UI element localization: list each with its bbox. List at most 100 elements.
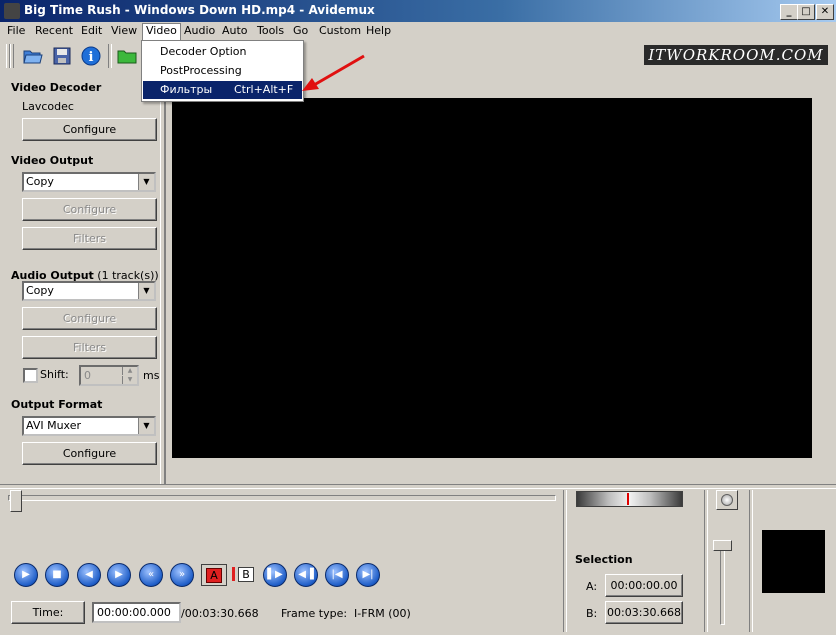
volume-track[interactable] [720, 545, 725, 625]
menu-edit[interactable]: Edit [81, 24, 102, 37]
previous-frame-button[interactable]: ◀ [77, 563, 101, 587]
close-button[interactable]: ✕ [816, 4, 834, 20]
bottom-divider [563, 490, 567, 632]
maximize-button[interactable]: □ [797, 4, 815, 20]
set-marker-b-button[interactable]: B [231, 564, 255, 584]
window-title: Big Time Rush - Windows Down HD.mp4 - Av… [24, 3, 375, 17]
chevron-down-icon[interactable]: ▼ [138, 283, 154, 299]
shift-label: Shift: [40, 368, 69, 381]
frame-type: Frame type: I-FRM (00) [281, 607, 411, 620]
shift-value: 0 [84, 369, 91, 382]
open-folder-icon[interactable] [22, 45, 44, 67]
double-left-icon: « [147, 569, 155, 580]
video-menu-dropdown: Decoder Option PostProcessing Фильтры Ct… [141, 40, 304, 102]
menu-video[interactable]: Video [142, 23, 181, 41]
video-output-value: Copy [26, 175, 54, 188]
video-preview [172, 98, 812, 458]
time-button[interactable]: Time: [11, 601, 85, 624]
audio-output-select[interactable]: Copy ▼ [22, 281, 156, 301]
toolbar-grip [10, 44, 14, 68]
current-time-input[interactable]: 00:00:00.000 [92, 602, 181, 623]
go-marker-b-button[interactable]: ◀▐ [294, 563, 318, 587]
title-bar: Big Time Rush - Windows Down HD.mp4 - Av… [0, 0, 836, 22]
menu-go[interactable]: Go [293, 24, 308, 37]
selection-b-value[interactable]: 00:03:30.668 [605, 601, 683, 624]
decoder-name: Lavcodec [22, 100, 74, 113]
arrow-right-icon: ▶ [115, 569, 123, 580]
watermark-logo: ITWORKROOM.COM [644, 45, 828, 65]
go-end-icon: ◀▐ [298, 569, 314, 580]
audio-output-value: Copy [26, 284, 54, 297]
menu-custom[interactable]: Custom [319, 24, 361, 37]
video-decoder-header: Video Decoder [11, 81, 102, 94]
timeline-track[interactable] [8, 495, 556, 501]
menu-item-postprocessing[interactable]: PostProcessing [143, 62, 302, 80]
menu-item-label: Decoder Option [160, 45, 247, 58]
speaker-icon[interactable] [716, 490, 738, 510]
menu-audio[interactable]: Audio [184, 24, 215, 37]
set-marker-a-button[interactable]: A [201, 564, 227, 586]
volume-slider-handle[interactable] [713, 540, 732, 551]
double-right-icon: » [178, 569, 186, 580]
chevron-down-icon[interactable]: ▼ [138, 418, 154, 434]
shift-spinbox[interactable]: 0 ▲ ▼ [79, 365, 139, 386]
chevron-down-icon[interactable]: ▼ [138, 174, 154, 190]
audio-configure-button[interactable]: Configure [22, 307, 157, 330]
shift-checkbox[interactable] [23, 368, 38, 383]
output-format-select[interactable]: AVI Muxer ▼ [22, 416, 156, 436]
skip-forward-icon: ▶| [362, 569, 374, 580]
marker-b-icon: B [238, 567, 254, 582]
menu-recent[interactable]: Recent [35, 24, 73, 37]
jog-shuttle[interactable] [576, 491, 683, 507]
bottom-separator [0, 484, 836, 489]
play-button[interactable]: ▶ [14, 563, 38, 587]
minimize-button[interactable]: _ [780, 4, 798, 20]
total-duration: /00:03:30.668 [181, 607, 259, 620]
menu-item-decoder-option[interactable]: Decoder Option [143, 43, 302, 61]
selection-a-label: A: [586, 580, 598, 593]
menu-bar: File Recent Edit View Video Audio Auto T… [0, 22, 836, 41]
menu-tools[interactable]: Tools [257, 24, 284, 37]
menu-view[interactable]: View [111, 24, 137, 37]
go-last-frame-button[interactable]: ▶| [356, 563, 380, 587]
video-output-header: Video Output [11, 154, 94, 167]
video-output-select[interactable]: Copy ▼ [22, 172, 156, 192]
format-configure-button[interactable]: Configure [22, 442, 157, 465]
marker-a-icon: A [206, 568, 222, 583]
go-marker-a-button[interactable]: ▌▶ [263, 563, 287, 587]
info-icon[interactable]: i [80, 45, 102, 67]
selection-a-value[interactable]: 00:00:00.00 [605, 574, 683, 597]
shift-unit: ms [143, 369, 160, 382]
toolbar-separator [108, 44, 112, 68]
selection-b-label: B: [586, 607, 598, 620]
video-filters-button[interactable]: Filters [22, 227, 157, 250]
menu-auto[interactable]: Auto [222, 24, 248, 37]
video-configure-button[interactable]: Configure [22, 198, 157, 221]
timeline-slider-handle[interactable] [10, 490, 22, 512]
stop-button[interactable]: ■ [45, 563, 69, 587]
menu-item-label: Фильтры [160, 83, 213, 96]
play-icon: ▶ [22, 569, 30, 580]
audio-filters-button[interactable]: Filters [22, 336, 157, 359]
mini-preview [762, 530, 825, 593]
marker-b-bar [232, 567, 235, 581]
panel-divider[interactable] [160, 72, 166, 484]
arrow-left-icon: ◀ [85, 569, 93, 580]
save-icon[interactable] [51, 45, 73, 67]
output-format-header: Output Format [11, 398, 103, 411]
next-keyframe-button[interactable]: » [170, 563, 194, 587]
spin-up-icon[interactable]: ▲ [122, 367, 137, 375]
next-frame-button[interactable]: ▶ [107, 563, 131, 587]
decoder-configure-button[interactable]: Configure [22, 118, 157, 141]
bottom-divider [749, 490, 753, 632]
menu-help[interactable]: Help [366, 24, 391, 37]
menu-item-filters[interactable]: Фильтры Ctrl+Alt+F [143, 81, 302, 99]
previous-keyframe-button[interactable]: « [139, 563, 163, 587]
go-first-frame-button[interactable]: |◀ [325, 563, 349, 587]
annotation-arrow-icon [302, 54, 365, 91]
jog-indicator [627, 493, 629, 505]
svg-text:i: i [89, 50, 94, 65]
spin-down-icon[interactable]: ▼ [122, 376, 137, 384]
menu-file[interactable]: File [7, 24, 25, 37]
green-folder-icon[interactable] [116, 45, 138, 67]
